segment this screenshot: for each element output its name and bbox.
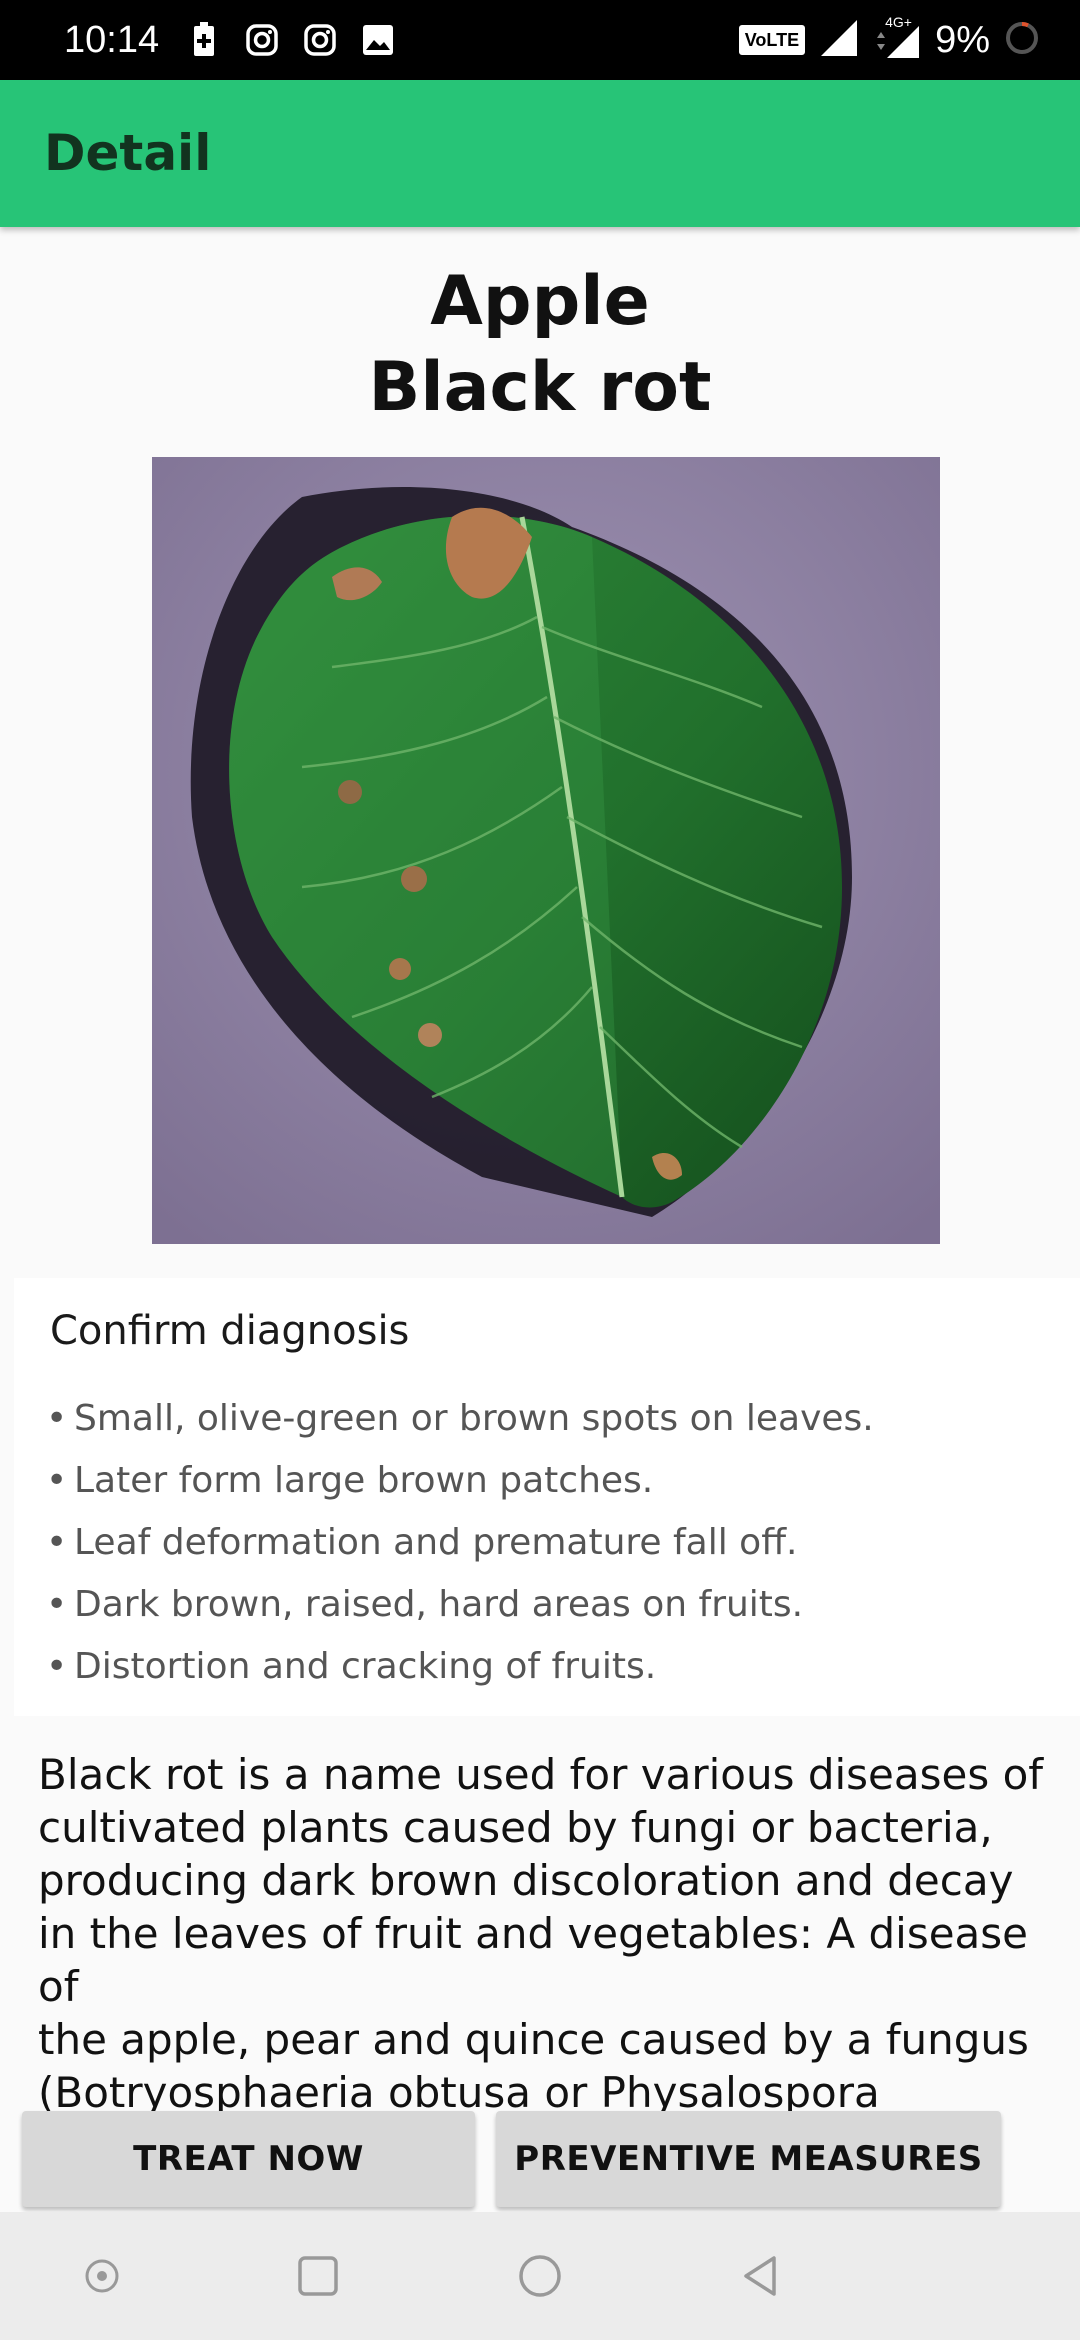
system-indicators: VoLTE 4G+ 9% [738, 14, 1040, 66]
bullet: • [46, 1646, 68, 1687]
leaf-photo [152, 457, 940, 1244]
list-item: • Leaf deformation and premature fall off… [46, 1512, 874, 1574]
list-item: • Dark brown, raised, hard areas on fruit… [46, 1574, 874, 1636]
image-icon [358, 20, 398, 60]
instagram-icon [242, 20, 282, 60]
instagram-icon [300, 20, 340, 60]
description-line: producing dark brown discoloration and d… [38, 1856, 1014, 1905]
description-line: in the leaves of fruit and vegetables: A… [38, 1909, 1028, 2011]
symptom-text: Small, olive-green or brown spots on lea… [74, 1398, 874, 1439]
plant-name: Apple [430, 262, 650, 341]
list-item: • Distortion and cracking of fruits. [46, 1636, 874, 1698]
bullet: • [46, 1584, 68, 1625]
treat-now-button[interactable]: TREAT NOW [22, 2111, 475, 2207]
list-item: • Later form large brown patches. [46, 1450, 874, 1512]
list-item: • Small, olive-green or brown spots on le… [46, 1388, 874, 1450]
battery-saver-icon [184, 20, 224, 60]
status-bar: 10:14 VoLTE 4G+ 9% [0, 0, 1080, 80]
disease-name: Black rot [368, 348, 712, 427]
home-circle-icon[interactable] [510, 2246, 570, 2306]
symptom-text: Dark brown, raised, hard areas on fruits… [74, 1584, 804, 1625]
status-time: 10:14 [64, 19, 160, 61]
symptom-text: Later form large brown patches. [74, 1460, 654, 1501]
app-bar: Detail [0, 80, 1080, 227]
bullet: • [46, 1398, 68, 1439]
battery-percent: 9% [935, 18, 990, 61]
assistant-dot-icon[interactable] [72, 2246, 132, 2306]
disease-description: Black rot is a name used for various dis… [38, 1748, 1068, 2172]
notification-icons [184, 18, 398, 62]
description-line: the apple, pear and quince caused by a f… [38, 2015, 1029, 2064]
symptom-text: Distortion and cracking of fruits. [74, 1646, 657, 1687]
preventive-measures-button[interactable]: PREVENTIVE MEASURES [496, 2111, 1001, 2207]
system-nav-bar [0, 2212, 1080, 2340]
symptom-list: • Small, olive-green or brown spots on le… [46, 1388, 874, 1698]
bullet: • [46, 1522, 68, 1563]
symptom-text: Leaf deformation and premature fall off. [74, 1522, 798, 1563]
volte-badge: VoLTE [738, 25, 806, 55]
signal-icon [819, 18, 859, 62]
back-triangle-icon[interactable] [732, 2246, 792, 2306]
signal-4g-icon: 4G+ [873, 14, 921, 60]
recents-square-icon[interactable] [288, 2246, 348, 2306]
page-title: Detail [44, 124, 212, 182]
bullet: • [46, 1460, 68, 1501]
battery-ring-icon [1004, 20, 1040, 60]
description-line: Black rot is a name used for various dis… [38, 1750, 1044, 1799]
card-heading: Confirm diagnosis [50, 1308, 410, 1354]
description-line: cultivated plants caused by fungi or bac… [38, 1803, 993, 1852]
diagnosis-card: Confirm diagnosis • Small, olive-green or… [14, 1278, 1080, 1716]
